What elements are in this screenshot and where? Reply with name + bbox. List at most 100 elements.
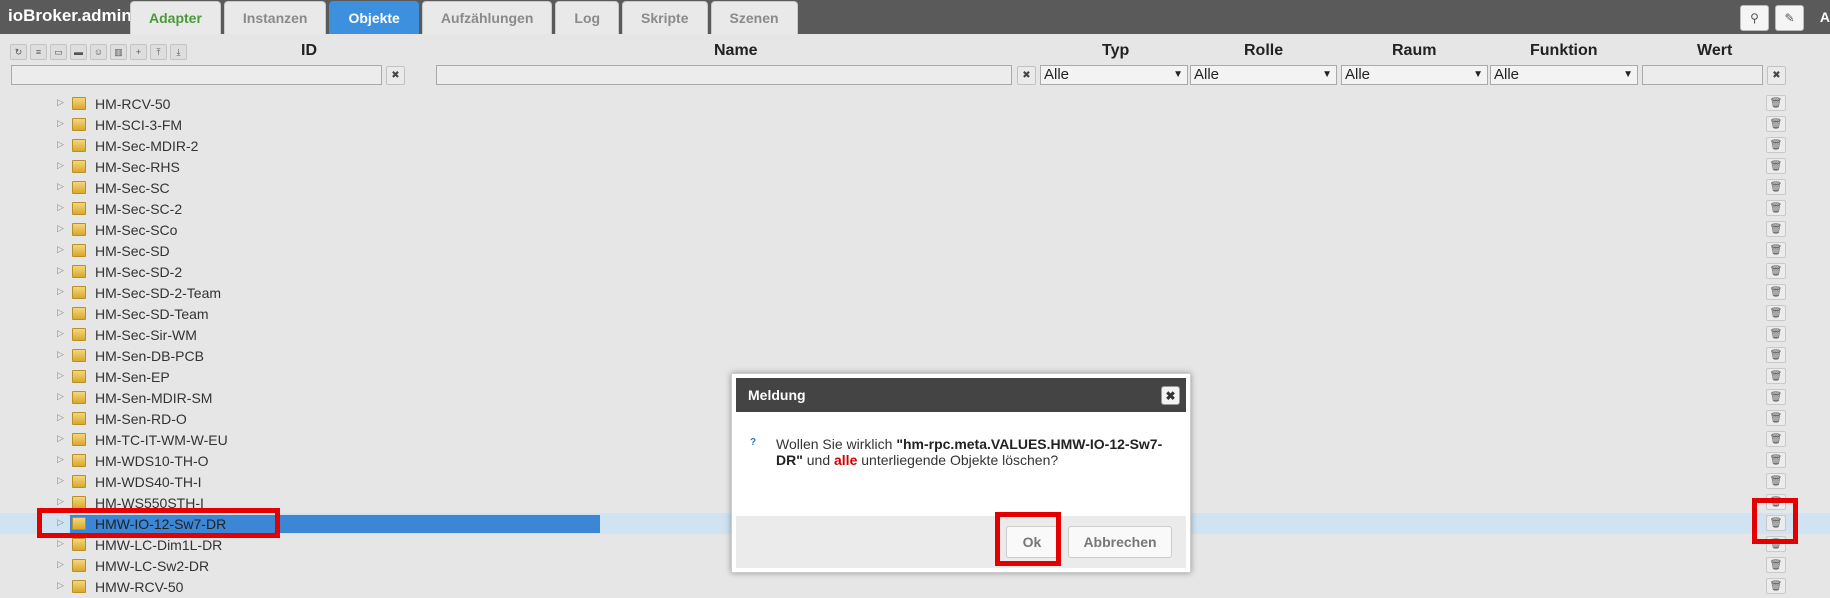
tab-log[interactable]: Log <box>555 1 620 34</box>
delete-trash-icon[interactable]: 🗑 <box>1766 557 1786 573</box>
columns-icon[interactable]: ▥ <box>110 44 127 60</box>
expand-icon[interactable]: ▷ <box>57 475 64 486</box>
expand-icon[interactable]: ▷ <box>57 139 64 150</box>
column-header-name[interactable]: Name <box>714 42 758 60</box>
expand-icon[interactable]: ▷ <box>57 244 64 255</box>
tree-row[interactable]: ▷ HM-RCV-50 🗑 <box>0 93 1830 114</box>
cancel-button[interactable]: Abbrechen <box>1068 526 1172 558</box>
expand-icon[interactable]: ▷ <box>57 580 64 591</box>
tree-row[interactable]: ▷ HM-Sec-SD-2-Team 🗑 <box>0 282 1830 303</box>
refresh-icon[interactable]: ↻ <box>10 44 27 60</box>
delete-trash-icon[interactable]: 🗑 <box>1766 389 1786 405</box>
tree-row-label[interactable]: HM-Sec-Sir-WM <box>95 327 197 343</box>
expand-icon[interactable]: ▷ <box>57 97 64 108</box>
expand-icon[interactable]: ▷ <box>57 538 64 549</box>
delete-trash-icon[interactable]: 🗑 <box>1766 200 1786 216</box>
wert-filter-input[interactable] <box>1642 65 1763 85</box>
tree-row-label[interactable]: HM-Sen-EP <box>95 369 170 385</box>
clear-id-filter-icon[interactable]: ✖ <box>386 66 405 85</box>
tree-row-label[interactable]: HM-Sec-MDIR-2 <box>95 138 198 154</box>
close-icon[interactable]: ✖ <box>1161 386 1180 405</box>
expand-icon[interactable]: ▷ <box>57 181 64 192</box>
expand-icon[interactable]: ▷ <box>57 370 64 381</box>
delete-trash-icon[interactable]: 🗑 <box>1766 305 1786 321</box>
tree-row[interactable]: ▷ HM-Sec-SD 🗑 <box>0 240 1830 261</box>
tree-row-label[interactable]: HM-Sec-SD-2 <box>95 264 182 280</box>
upload-icon[interactable]: ⤒ <box>150 44 167 60</box>
tab-aufzaehlungen[interactable]: Aufzählungen <box>421 1 553 34</box>
delete-trash-icon[interactable]: 🗑 <box>1766 410 1786 426</box>
delete-trash-icon[interactable]: 🗑 <box>1766 452 1786 468</box>
rolle-filter-select[interactable]: Alle ▼ <box>1190 65 1337 85</box>
typ-filter-select[interactable]: Alle ▼ <box>1040 65 1188 85</box>
tree-row-label[interactable]: HM-RCV-50 <box>95 96 170 112</box>
tree-row-label[interactable]: HM-Sec-SD <box>95 243 170 259</box>
delete-trash-icon[interactable]: 🗑 <box>1766 431 1786 447</box>
delete-trash-icon[interactable]: 🗑 <box>1766 116 1786 132</box>
tab-skripte[interactable]: Skripte <box>622 1 708 34</box>
expand-icon[interactable]: ▷ <box>57 496 64 507</box>
tree-row-label[interactable]: HM-Sec-SC-2 <box>95 201 182 217</box>
column-header-funktion[interactable]: Funktion <box>1530 42 1598 60</box>
funktion-filter-select[interactable]: Alle ▼ <box>1490 65 1638 85</box>
folder-open-icon[interactable]: ▭ <box>50 44 67 60</box>
delete-trash-icon[interactable]: 🗑 <box>1766 578 1786 594</box>
tree-row-label[interactable]: HM-TC-IT-WM-W-EU <box>95 432 228 448</box>
list-icon[interactable]: ≡ <box>30 44 47 60</box>
delete-trash-icon[interactable]: 🗑 <box>1766 263 1786 279</box>
delete-trash-icon[interactable]: 🗑 <box>1766 242 1786 258</box>
tree-row[interactable]: ▷ HMW-RCV-50 🗑 <box>0 576 1830 597</box>
tree-row[interactable]: ▷ HM-Sec-SCo 🗑 <box>0 219 1830 240</box>
expand-icon[interactable]: ▷ <box>57 160 64 171</box>
tree-row-label[interactable]: HMW-RCV-50 <box>95 579 183 595</box>
tree-row[interactable]: ▷ HM-Sec-SC 🗑 <box>0 177 1830 198</box>
add-icon[interactable]: + <box>130 44 147 60</box>
tree-row-label[interactable]: HM-Sec-SCo <box>95 222 177 238</box>
column-header-rolle[interactable]: Rolle <box>1244 42 1283 60</box>
tree-row[interactable]: ▷ HM-Sec-MDIR-2 🗑 <box>0 135 1830 156</box>
delete-trash-icon[interactable]: 🗑 <box>1766 347 1786 363</box>
tree-row-label[interactable]: HM-SCI-3-FM <box>95 117 182 133</box>
expand-icon[interactable]: ▷ <box>57 286 64 297</box>
column-header-id[interactable]: ID <box>301 42 317 60</box>
name-filter-input[interactable] <box>436 65 1012 85</box>
expand-icon[interactable]: ▷ <box>57 412 64 423</box>
tab-objekte[interactable]: Objekte <box>329 1 419 34</box>
download-icon[interactable]: ⤓ <box>170 44 187 60</box>
tree-row-label[interactable]: HM-Sec-RHS <box>95 159 180 175</box>
tree-row[interactable]: ▷ HM-Sen-DB-PCB 🗑 <box>0 345 1830 366</box>
delete-trash-icon[interactable]: 🗑 <box>1766 473 1786 489</box>
search-icon[interactable]: ⚲ <box>1740 5 1769 31</box>
expand-icon[interactable]: ▷ <box>57 202 64 213</box>
delete-trash-icon[interactable]: 🗑 <box>1766 179 1786 195</box>
expand-icon[interactable]: ▷ <box>57 349 64 360</box>
clear-wert-filter-icon[interactable]: ✖ <box>1767 66 1786 85</box>
tree-row[interactable]: ▷ HM-Sec-SD-2 🗑 <box>0 261 1830 282</box>
tree-row-label[interactable]: HM-WDS10-TH-O <box>95 453 209 469</box>
tree-row-label[interactable]: HM-Sen-DB-PCB <box>95 348 204 364</box>
expand-icon[interactable]: ▷ <box>57 307 64 318</box>
delete-trash-icon[interactable]: 🗑 <box>1766 137 1786 153</box>
expand-icon[interactable]: ▷ <box>57 223 64 234</box>
tree-row-label[interactable]: HMW-LC-Dim1L-DR <box>95 537 222 553</box>
folder-closed-icon[interactable]: ▬ <box>70 44 87 60</box>
delete-trash-icon[interactable]: 🗑 <box>1766 368 1786 384</box>
raum-filter-select[interactable]: Alle ▼ <box>1341 65 1488 85</box>
column-header-wert[interactable]: Wert <box>1697 42 1732 60</box>
wrench-icon[interactable]: ✎ <box>1775 5 1804 31</box>
tree-row-label[interactable]: HM-Sec-SD-2-Team <box>95 285 221 301</box>
expand-icon[interactable]: ▷ <box>57 391 64 402</box>
tree-row[interactable]: ▷ HM-Sec-Sir-WM 🗑 <box>0 324 1830 345</box>
tree-row-label[interactable]: HM-Sec-SC <box>95 180 170 196</box>
tab-szenen[interactable]: Szenen <box>710 1 798 34</box>
delete-trash-icon[interactable]: 🗑 <box>1766 158 1786 174</box>
delete-trash-icon[interactable]: 🗑 <box>1766 326 1786 342</box>
tree-row[interactable]: ▷ HM-Sec-SC-2 🗑 <box>0 198 1830 219</box>
clear-name-filter-icon[interactable]: ✖ <box>1017 66 1036 85</box>
expand-icon[interactable]: ▷ <box>57 328 64 339</box>
tree-row-label[interactable]: HM-Sen-RD-O <box>95 411 187 427</box>
tree-row[interactable]: ▷ HM-Sec-RHS 🗑 <box>0 156 1830 177</box>
person-icon[interactable]: ☺ <box>90 44 107 60</box>
column-header-typ[interactable]: Typ <box>1102 42 1129 60</box>
tree-row-label[interactable]: HM-Sec-SD-Team <box>95 306 209 322</box>
